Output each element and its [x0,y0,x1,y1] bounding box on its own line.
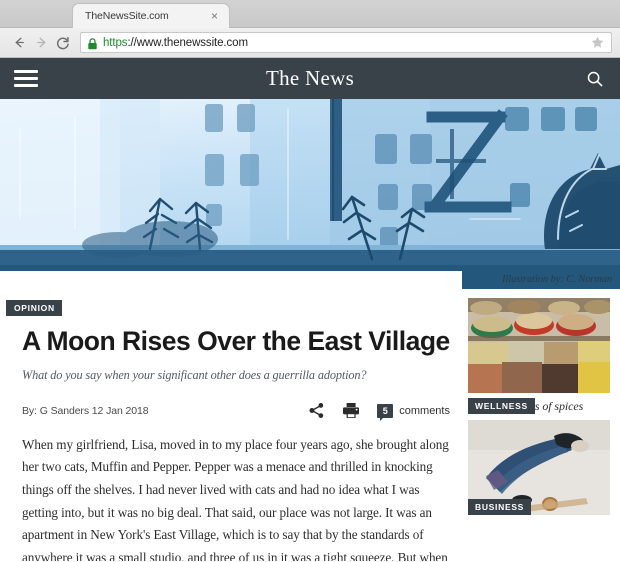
sidebar-card-wellness[interactable]: WELLNESS Health benefits of spices [468,298,620,414]
tab-close-icon[interactable]: × [208,10,221,22]
share-icon[interactable] [308,402,325,419]
url-text: https://www.thenewssite.com [103,37,248,49]
reload-button[interactable] [52,32,74,54]
back-button[interactable] [8,32,30,54]
bookmark-star-icon[interactable] [590,35,605,50]
page-viewport: The News Illustration by: C. Norman OPIN… [0,58,620,561]
hamburger-icon[interactable] [14,70,38,87]
byline: By: G Sanders 12 Jan 2018 [22,404,149,417]
article-meta-row: By: G Sanders 12 Jan 2018 5 comments [22,401,450,421]
url-scheme: https [103,36,128,49]
article-section-tag[interactable]: OPINION [6,300,62,316]
lock-icon [87,37,98,49]
hero-illustration: Illustration by: C. Norman [0,99,620,289]
browser-toolbar: https://www.thenewssite.com [0,28,620,58]
comments-label: comments [399,404,450,417]
url-host-path: ://www.thenewssite.com [127,36,248,49]
card-tag-business: BUSINESS [468,499,532,515]
article-standfirst: What do you say when your significant ot… [22,367,367,382]
search-icon[interactable] [584,68,606,90]
browser-tab-title: TheNewsSite.com [85,10,169,22]
comments-button[interactable]: 5 comments [377,403,450,421]
sidebar-card-business[interactable]: BUSINESS [468,420,620,515]
comment-count-badge: 5 [377,403,394,421]
url-bar[interactable]: https://www.thenewssite.com [80,32,612,53]
forward-button[interactable] [30,32,52,54]
article-column: OPINION A Moon Rises Over the East Villa… [0,289,468,561]
page-title: A Moon Rises Over the East Village [22,326,450,356]
browser-tab-strip: TheNewsSite.com × [0,0,620,28]
site-title: The News [265,66,355,90]
card-image-spices [468,298,610,393]
browser-tab[interactable]: TheNewsSite.com × [72,3,230,28]
sidebar-column: WELLNESS Health benefits of spices [468,289,620,561]
card-tag-wellness: WELLNESS [468,398,535,414]
hero-caption: Illustration by: C. Norman [502,274,612,285]
site-header: The News [0,58,620,99]
print-icon[interactable] [342,402,360,419]
article-actions: 5 comments [308,402,450,421]
browser-window: TheNewsSite.com × https://www.thenewssit… [0,0,620,562]
page-content: OPINION A Moon Rises Over the East Villa… [0,289,620,561]
article-body: When my girlfriend, Lisa, moved in to my… [22,436,449,561]
